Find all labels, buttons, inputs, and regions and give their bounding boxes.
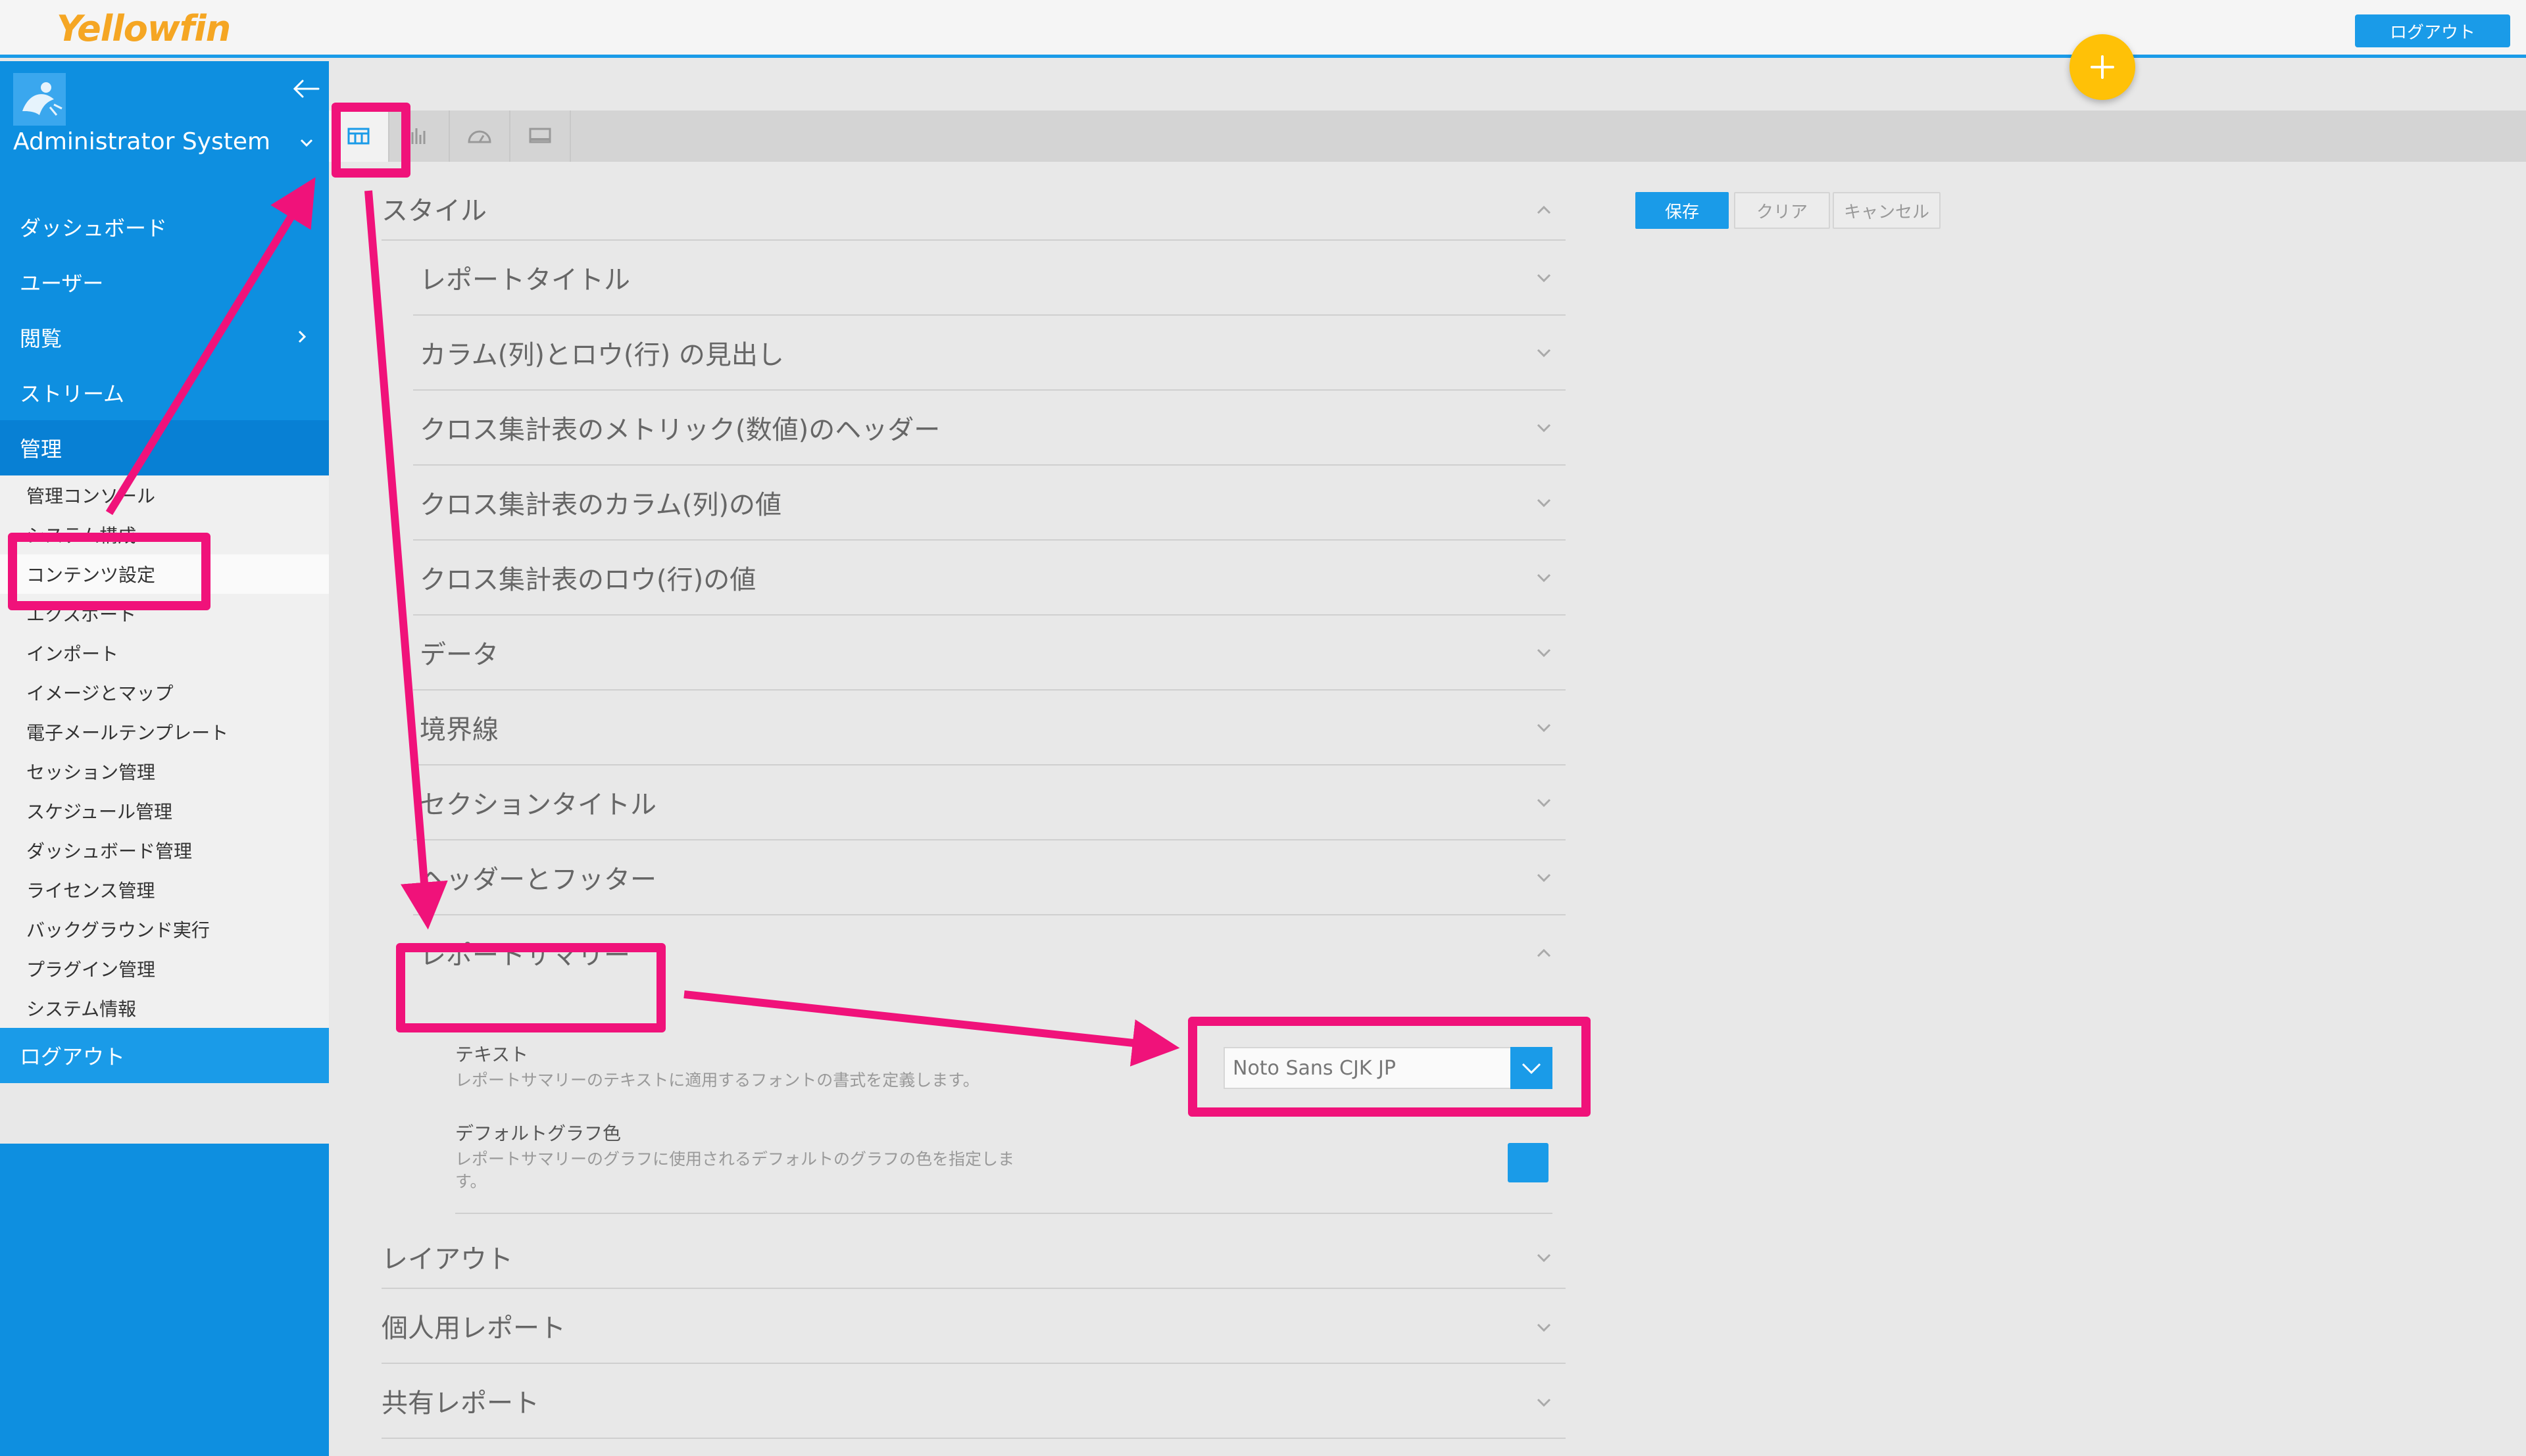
admin-item-plugins[interactable]: プラグイン管理 — [0, 949, 329, 988]
style-item-label: 境界線 — [420, 715, 499, 745]
chevron-down-icon[interactable] — [297, 133, 316, 152]
add-fab-button[interactable] — [2069, 34, 2135, 100]
sidebar-item-label: ユーザー — [20, 271, 104, 296]
section-title: 共有レポート — [382, 1388, 539, 1419]
highlight-report-summary — [396, 943, 666, 1032]
admin-item-background[interactable]: バックグラウンド実行 — [0, 910, 329, 949]
sidebar-item-label: 管理 — [20, 437, 62, 462]
sidebar-item-label: ストリーム — [20, 381, 125, 406]
section-title: レイアウト — [382, 1244, 513, 1274]
admin-item-console[interactable]: 管理コンソール — [0, 475, 329, 515]
settings-tab-bar — [329, 110, 2526, 162]
admin-item-images-maps[interactable]: イメージとマップ — [0, 673, 329, 712]
yellowfin-logo[interactable]: Yellowfin — [57, 8, 231, 54]
admin-item-dashboards[interactable]: ダッシュボード管理 — [0, 831, 329, 870]
style-item-label: カラム(列)とロウ(行) の見出し — [420, 340, 784, 370]
sidebar-item-browse[interactable]: 閲覧 — [0, 310, 329, 365]
admin-item-system-info[interactable]: システム情報 — [0, 988, 329, 1028]
admin-item-schedules[interactable]: スケジュール管理 — [0, 791, 329, 831]
chevron-down-icon — [1537, 798, 1551, 808]
sidebar-user-header: Administrator System — [0, 61, 329, 199]
highlight-font-select — [1188, 1017, 1591, 1117]
bar-chart-icon — [411, 128, 426, 144]
section-shared-reports[interactable]: 共有レポート — [382, 1364, 1566, 1439]
style-item-borders[interactable]: 境界線 — [413, 691, 1566, 765]
chevron-down-icon — [1537, 1253, 1551, 1263]
top-logout-button[interactable]: ログアウト — [2355, 14, 2510, 47]
chevron-down-icon — [1537, 1398, 1551, 1407]
chevron-down-icon — [1537, 648, 1551, 658]
chevron-down-icon — [1537, 349, 1551, 358]
summary-graph-color-description-2: す。 — [455, 1172, 487, 1191]
collapse-sidebar-icon[interactable] — [289, 76, 322, 102]
sidebar-background — [0, 1144, 329, 1456]
sidebar-item-users[interactable]: ユーザー — [0, 255, 329, 310]
chevron-down-icon — [1537, 498, 1551, 508]
section-title: 個人用レポート — [382, 1313, 566, 1344]
style-item-section-title[interactable]: セクションタイトル — [413, 765, 1566, 840]
summary-graph-color-description-1: レポートサマリーのグラフに使用されるデフォルトのグラフの色を指定しま — [455, 1150, 1015, 1169]
arrow-to-font-select — [683, 990, 1180, 1067]
chevron-right-icon — [298, 330, 307, 343]
sidebar-item-label: 閲覧 — [20, 326, 62, 351]
section-style[interactable]: スタイル — [382, 178, 1566, 241]
style-item-label: クロス集計表のカラム(列)の値 — [420, 490, 782, 520]
admin-item-import[interactable]: インポート — [0, 633, 329, 673]
style-item-crosstab-row-values[interactable]: クロス集計表のロウ(行)の値 — [413, 541, 1566, 616]
tab-display[interactable] — [510, 110, 571, 162]
admin-item-email-templates[interactable]: 電子メールテンプレート — [0, 712, 329, 752]
summary-graph-color-label: デフォルトグラフ色 — [455, 1123, 622, 1144]
chevron-down-icon — [1537, 573, 1551, 583]
sidebar-item-stream[interactable]: ストリーム — [0, 365, 329, 420]
style-item-label: クロス集計表のメトリック(数値)のヘッダー — [420, 415, 941, 445]
chevron-down-icon — [1537, 424, 1551, 433]
avatar[interactable] — [13, 73, 66, 126]
user-name[interactable]: Administrator System — [13, 128, 270, 155]
sidebar-menu: ダッシュボード ユーザー 閲覧 ストリーム 管理 管理コンソール システム構成 … — [0, 199, 329, 1083]
style-item-label: セクションタイトル — [420, 790, 656, 820]
style-item-data[interactable]: データ — [413, 616, 1566, 691]
gauge-icon — [468, 130, 491, 143]
plus-icon — [2091, 55, 2114, 79]
style-item-report-title[interactable]: レポートタイトル — [413, 241, 1566, 316]
style-item-crosstab-metric-header[interactable]: クロス集計表のメトリック(数値)のヘッダー — [413, 391, 1566, 466]
monitor-icon — [529, 128, 551, 143]
style-item-crosstab-column-values[interactable]: クロス集計表のカラム(列)の値 — [413, 466, 1566, 541]
highlight-content-settings — [8, 533, 210, 610]
summary-graph-color-swatch[interactable] — [1508, 1143, 1548, 1182]
chevron-down-icon — [1537, 1323, 1551, 1332]
style-item-label: レポートタイトル — [420, 265, 630, 295]
top-bar: Yellowfin ログアウト — [0, 0, 2526, 58]
summary-divider — [455, 1213, 1552, 1214]
highlight-table-tab — [332, 103, 410, 178]
sidebar: Administrator System ダッシュボード ユーザー 閲覧 ストリ… — [0, 61, 329, 1456]
section-personal-reports[interactable]: 個人用レポート — [382, 1289, 1566, 1364]
sidebar-item-admin[interactable]: 管理 — [0, 420, 329, 475]
sidebar-item-label: ダッシュボード — [20, 216, 168, 241]
chevron-up-icon — [1537, 205, 1551, 214]
chevron-down-icon — [1537, 873, 1551, 883]
tab-gauge[interactable] — [450, 110, 510, 162]
save-button[interactable]: 保存 — [1635, 192, 1729, 229]
cancel-button[interactable]: キャンセル — [1833, 192, 1941, 229]
summary-text-label: テキスト — [455, 1044, 529, 1065]
style-item-label: クロス集計表のロウ(行)の値 — [420, 565, 756, 595]
style-item-header-footer[interactable]: ヘッダーとフッター — [413, 840, 1566, 915]
style-item-label: データ — [420, 640, 499, 670]
chevron-down-icon — [1537, 274, 1551, 283]
summary-text-description: レポートサマリーのテキストに適用するフォントの書式を定義します。 — [455, 1071, 979, 1090]
style-item-column-row-headings[interactable]: カラム(列)とロウ(行) の見出し — [413, 316, 1566, 391]
section-layout[interactable]: レイアウト — [382, 1226, 1566, 1289]
admin-item-licenses[interactable]: ライセンス管理 — [0, 870, 329, 910]
chevron-down-icon — [1537, 723, 1551, 733]
clear-button[interactable]: クリア — [1734, 192, 1830, 229]
chevron-up-icon — [1537, 948, 1551, 958]
style-item-label: ヘッダーとフッター — [420, 865, 656, 895]
section-title: スタイル — [382, 196, 487, 226]
sidebar-item-dashboard[interactable]: ダッシュボード — [0, 199, 329, 255]
admin-item-sessions[interactable]: セッション管理 — [0, 752, 329, 791]
sidebar-logout-button[interactable]: ログアウト — [0, 1028, 329, 1083]
